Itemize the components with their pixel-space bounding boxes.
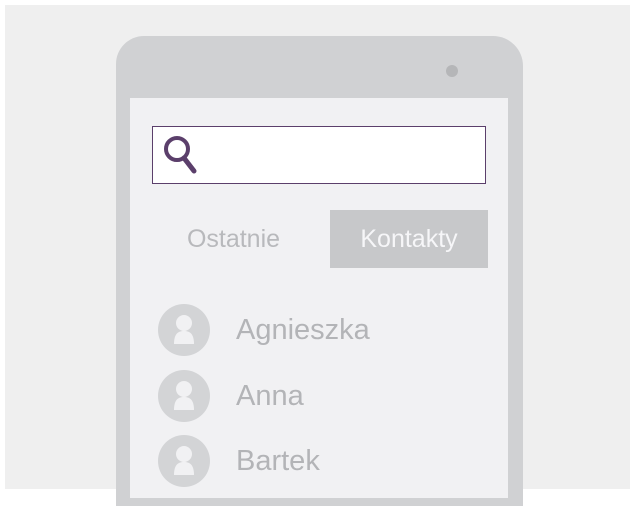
contact-list-item[interactable]: Agnieszka — [158, 304, 458, 358]
tab-ostatnie[interactable]: Ostatnie — [168, 210, 299, 268]
contact-list-item[interactable]: Anna — [158, 370, 458, 424]
avatar-icon — [158, 304, 210, 356]
avatar-icon — [158, 435, 210, 487]
contact-list-item[interactable]: Bartek — [158, 435, 458, 489]
avatar-icon — [158, 370, 210, 422]
contact-name: Anna — [236, 380, 304, 412]
search-icon[interactable] — [162, 133, 198, 175]
tab-kontakty[interactable]: Kontakty — [330, 210, 488, 268]
contact-name: Bartek — [236, 445, 320, 477]
camera-icon — [446, 65, 458, 77]
contact-name: Agnieszka — [236, 314, 370, 346]
search-bar[interactable] — [152, 126, 486, 184]
search-input[interactable] — [201, 135, 477, 175]
